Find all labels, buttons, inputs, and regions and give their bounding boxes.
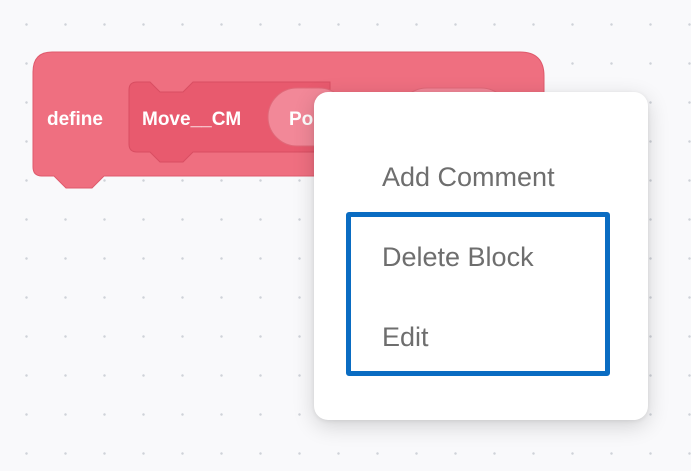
code-workspace[interactable]: define Move__CM Po Add Comment Delete Bl…	[0, 0, 691, 471]
context-menu: Add Comment Delete Block Edit	[314, 92, 648, 420]
menu-item-add-comment[interactable]: Add Comment	[382, 164, 555, 191]
menu-item-delete-block[interactable]: Delete Block	[382, 244, 534, 271]
define-label: define	[47, 109, 103, 130]
procedure-name-label: Move__CM	[142, 109, 242, 130]
menu-item-edit[interactable]: Edit	[382, 324, 429, 351]
parameter-label: Po	[289, 109, 314, 130]
